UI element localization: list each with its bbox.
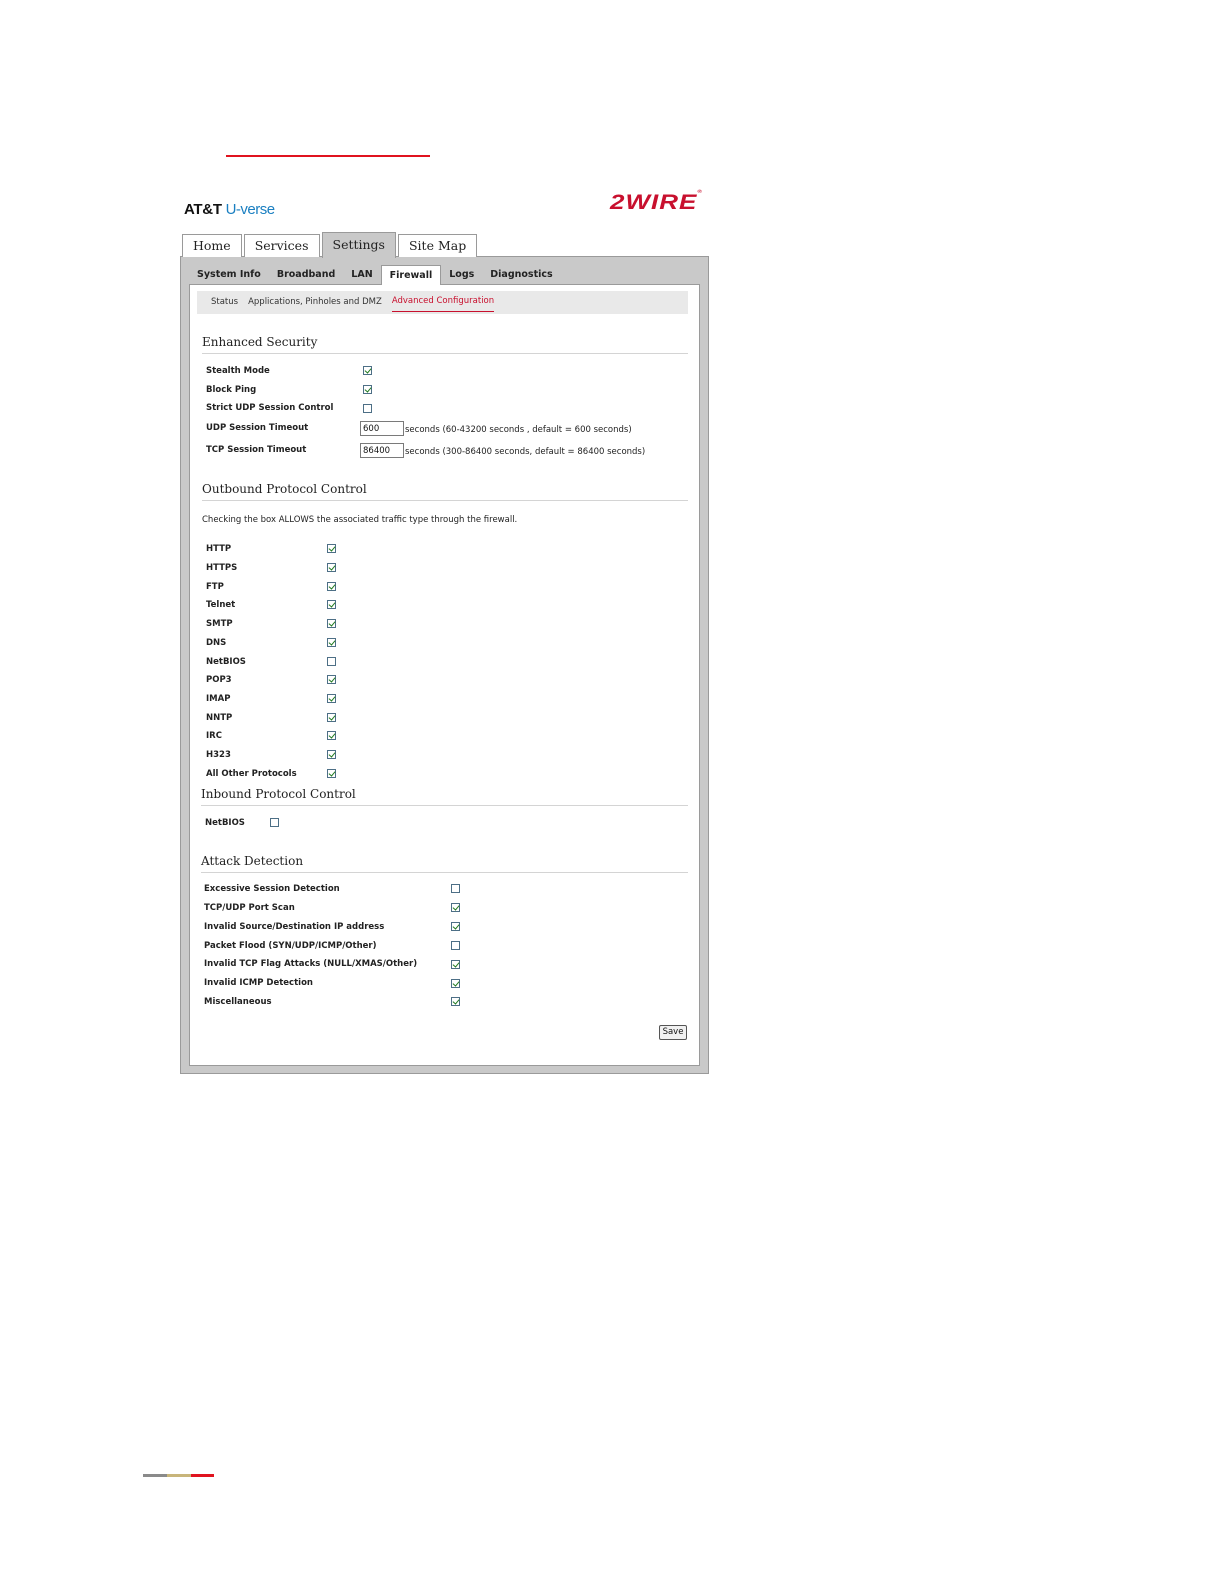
attack-port-scan-label: TCP/UDP Port Scan xyxy=(204,903,295,913)
registered-mark: ® xyxy=(697,190,703,195)
outbound-title: Outbound Protocol Control xyxy=(202,482,367,496)
tab-lan[interactable]: LAN xyxy=(343,265,380,284)
attack-misc-checkbox[interactable] xyxy=(451,997,460,1006)
subnav-pinholes-dmz[interactable]: Applications, Pinholes and DMZ xyxy=(248,291,382,314)
udp-timeout-input[interactable] xyxy=(360,421,404,436)
section-divider xyxy=(202,353,688,354)
outbound-dns-label: DNS xyxy=(206,638,227,648)
outbound-smtp-label: SMTP xyxy=(206,619,233,629)
section-divider xyxy=(201,872,688,873)
tab-logs[interactable]: Logs xyxy=(441,265,482,284)
outbound-nntp-label: NNTP xyxy=(206,713,233,723)
2wire-logo: 2WIRE® xyxy=(610,190,703,215)
outbound-https-checkbox[interactable] xyxy=(327,563,336,572)
outbound-irc-checkbox[interactable] xyxy=(327,731,336,740)
tab-broadband[interactable]: Broadband xyxy=(269,265,343,284)
firewall-panel xyxy=(189,284,700,782)
page-header-rule xyxy=(226,155,430,157)
attack-tcp-flag-label: Invalid TCP Flag Attacks (NULL/XMAS/Othe… xyxy=(204,959,418,969)
outbound-telnet-label: Telnet xyxy=(206,600,236,610)
tab-system-info[interactable]: System Info xyxy=(189,265,269,284)
subnav-advanced-configuration[interactable]: Advanced Configuration xyxy=(391,292,495,312)
attack-excessive-session-checkbox[interactable] xyxy=(451,884,460,893)
main-tabs: Home Services Settings Site Map xyxy=(182,232,479,258)
attack-packet-flood-label: Packet Flood (SYN/UDP/ICMP/Other) xyxy=(204,941,377,951)
outbound-ftp-label: FTP xyxy=(206,582,224,592)
attack-excessive-session-label: Excessive Session Detection xyxy=(204,884,340,894)
block-ping-checkbox[interactable] xyxy=(363,385,372,394)
settings-sub-tabs: System Info Broadband LAN Firewall Logs … xyxy=(189,265,561,285)
tab-diagnostics[interactable]: Diagnostics xyxy=(482,265,560,284)
uverse-wordmark: U-verse xyxy=(225,201,276,218)
outbound-http-label: HTTP xyxy=(206,544,232,554)
section-divider xyxy=(201,805,688,806)
outbound-description: Checking the box ALLOWS the associated t… xyxy=(202,515,518,525)
stealth-mode-label: Stealth Mode xyxy=(206,366,270,376)
2wire-wordmark: 2WIRE xyxy=(610,190,698,214)
outbound-irc-label: IRC xyxy=(206,731,222,741)
outbound-h323-label: H323 xyxy=(206,750,231,760)
tab-home[interactable]: Home xyxy=(182,234,242,257)
attack-icmp-checkbox[interactable] xyxy=(451,979,460,988)
attack-packet-flood-checkbox[interactable] xyxy=(451,941,460,950)
footer-bar-red xyxy=(191,1474,214,1477)
outbound-telnet-checkbox[interactable] xyxy=(327,600,336,609)
outbound-imap-label: IMAP xyxy=(206,694,231,704)
stealth-mode-checkbox[interactable] xyxy=(363,366,372,375)
inbound-netbios-checkbox[interactable] xyxy=(270,818,279,827)
attack-invalid-ip-label: Invalid Source/Destination IP address xyxy=(204,922,385,932)
attack-invalid-ip-checkbox[interactable] xyxy=(451,922,460,931)
enhanced-security-title: Enhanced Security xyxy=(202,335,318,349)
outbound-h323-checkbox[interactable] xyxy=(327,750,336,759)
outbound-all-other-label: All Other Protocols xyxy=(206,769,297,779)
attack-detection-title: Attack Detection xyxy=(201,854,304,868)
attack-port-scan-checkbox[interactable] xyxy=(451,903,460,912)
attack-tcp-flag-checkbox[interactable] xyxy=(451,960,460,969)
att-wordmark: AT&T xyxy=(184,201,222,218)
udp-timeout-label: UDP Session Timeout xyxy=(206,423,309,433)
subnav-status[interactable]: Status xyxy=(211,291,238,314)
udp-timeout-hint: seconds (60-43200 seconds , default = 60… xyxy=(405,425,632,435)
save-button[interactable]: Save xyxy=(659,1025,687,1040)
tab-site-map[interactable]: Site Map xyxy=(397,234,478,257)
outbound-dns-checkbox[interactable] xyxy=(327,638,336,647)
tab-firewall[interactable]: Firewall xyxy=(380,265,442,285)
outbound-pop3-checkbox[interactable] xyxy=(327,675,336,684)
att-uverse-logo: AT&T U-verse xyxy=(184,201,275,218)
tcp-timeout-input[interactable] xyxy=(360,443,404,458)
outbound-pop3-label: POP3 xyxy=(206,675,232,685)
outbound-http-checkbox[interactable] xyxy=(327,544,336,553)
inbound-netbios-label: NetBIOS xyxy=(205,818,245,828)
block-ping-label: Block Ping xyxy=(206,385,257,395)
section-divider xyxy=(202,500,688,501)
tab-settings[interactable]: Settings xyxy=(321,232,396,258)
outbound-netbios-checkbox[interactable] xyxy=(327,657,336,666)
tcp-timeout-label: TCP Session Timeout xyxy=(206,445,307,455)
outbound-ftp-checkbox[interactable] xyxy=(327,582,336,591)
tcp-timeout-hint: seconds (300-86400 seconds, default = 86… xyxy=(405,447,646,457)
outbound-https-label: HTTPS xyxy=(206,563,238,573)
outbound-nntp-checkbox[interactable] xyxy=(327,713,336,722)
attack-misc-label: Miscellaneous xyxy=(204,997,272,1007)
inbound-title: Inbound Protocol Control xyxy=(201,787,356,801)
outbound-smtp-checkbox[interactable] xyxy=(327,619,336,628)
outbound-netbios-label: NetBIOS xyxy=(206,657,246,667)
tab-services[interactable]: Services xyxy=(243,234,320,257)
firewall-sub-nav: Status Applications, Pinholes and DMZ Ad… xyxy=(197,291,688,314)
strict-udp-label: Strict UDP Session Control xyxy=(206,403,334,413)
attack-icmp-label: Invalid ICMP Detection xyxy=(204,978,313,988)
footer-bar-gold xyxy=(167,1474,191,1477)
strict-udp-checkbox[interactable] xyxy=(363,404,372,413)
footer-bar-gray xyxy=(143,1474,167,1477)
outbound-all-other-checkbox[interactable] xyxy=(327,769,336,778)
outbound-imap-checkbox[interactable] xyxy=(327,694,336,703)
